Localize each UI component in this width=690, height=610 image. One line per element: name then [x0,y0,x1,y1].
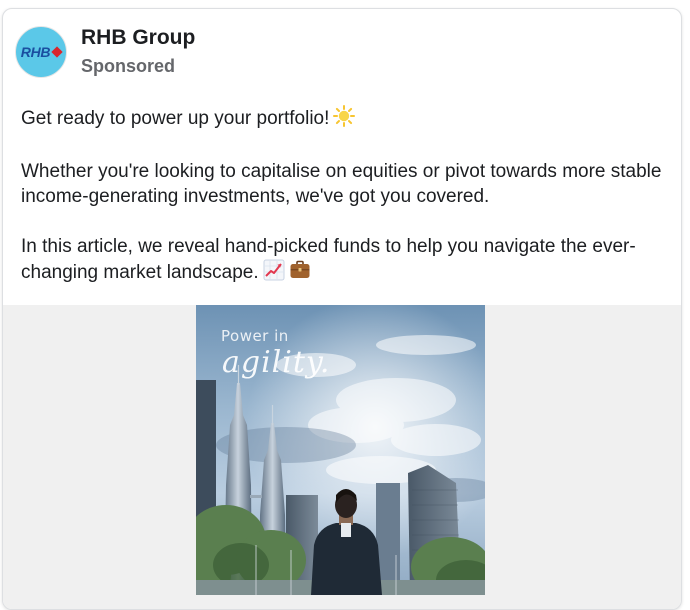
page-name-link[interactable]: RHB Group [81,25,195,51]
page-avatar[interactable]: RHB [15,26,67,78]
post-header: RHB RHB Group Sponsored [15,25,195,79]
logo-diamond-icon [51,46,63,58]
sponsored-post-card: RHB RHB Group Sponsored Get ready to pow… [2,8,682,610]
post-text: Get ready to power up your portfolio! Wh… [21,105,671,288]
chart-increasing-icon [263,259,285,288]
ad-overlay-script-text: agility. [222,345,331,380]
ad-overlay-headline: Power in [221,327,289,345]
ad-image[interactable]: Power in agility. [196,305,485,595]
briefcase-icon [289,259,311,288]
post-meta: RHB Group Sponsored [81,25,195,79]
post-paragraph-3: In this article, we reveal hand-picked f… [21,234,671,288]
sponsored-label[interactable]: Sponsored [81,53,195,79]
media-container: Power in agility. [3,305,681,609]
paragraph-3-text: In this article, we reveal hand-picked f… [21,236,636,283]
logo-text: RHB [20,44,51,60]
post-paragraph-2: Whether you're looking to capitalise on … [21,161,662,207]
paragraph-1-text: Get ready to power up your portfolio! [21,108,330,129]
post-paragraph-1: Get ready to power up your portfolio! [21,105,671,134]
sun-icon [333,105,356,134]
rhb-logo: RHB [20,44,63,60]
